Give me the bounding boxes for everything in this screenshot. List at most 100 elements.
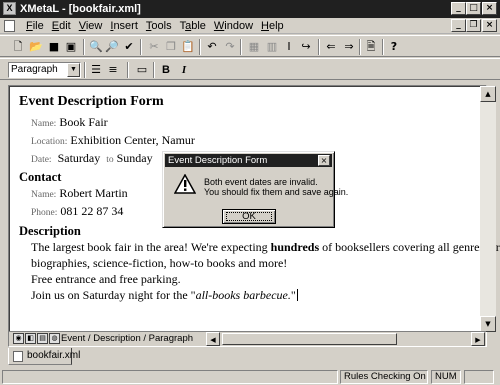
style-select[interactable]: Paragraph ▼ [8, 62, 81, 78]
tab-label: bookfair.xml [27, 350, 81, 361]
event-location-value[interactable]: Exhibition Center, Namur [70, 133, 195, 147]
spell-check-icon[interactable]: ✔ [121, 39, 137, 55]
save-icon[interactable]: ■ [46, 39, 62, 55]
description-text: Free entrance and free parking. [31, 272, 181, 286]
minimize-button[interactable]: _ [451, 2, 466, 15]
date-end-value[interactable]: Sunday [117, 151, 153, 165]
contact-name-value[interactable]: Robert Martin [59, 186, 127, 200]
menu-file[interactable]: File [22, 19, 48, 33]
comment-icon[interactable]: ▭ [134, 62, 150, 78]
document-tab-strip: bookfair.xml [0, 348, 500, 366]
description-paragraph[interactable]: Join us on Saturday night for the "all-b… [31, 287, 474, 303]
horizontal-scroll-thumb[interactable] [222, 333, 397, 345]
title-bar: X XMetaL - [bookfair.xml] _ □ × [0, 0, 500, 18]
description-italic-text: all-books barbecue. [195, 288, 291, 302]
redo-icon[interactable]: ↷ [222, 39, 238, 55]
editor-footer: ◉ ◧ ▤ ◍ Event / Description / Paragraph … [9, 331, 486, 346]
text-cursor [296, 289, 298, 301]
form-heading: Event Description Form [19, 94, 164, 109]
validation-dialog: Event Description Form × Both event date… [162, 151, 348, 228]
find-icon[interactable]: 🔍 [88, 39, 104, 55]
event-name-value[interactable]: Book Fair [59, 115, 107, 129]
field-label: Phone: [31, 208, 58, 218]
doc-restore-button[interactable]: ❐ [466, 19, 481, 32]
plain-text-view-icon[interactable]: ▤ [37, 333, 48, 344]
scroll-down-button[interactable]: ▼ [480, 316, 496, 332]
description-paragraph[interactable]: biographies, science-fiction, how-to boo… [31, 255, 474, 271]
description-bold-text: hundreds [270, 240, 320, 254]
element-path: Event / Description / Paragraph [61, 333, 194, 344]
toolbar-separator [382, 39, 384, 55]
status-bar: Rules Checking On NUM [0, 368, 500, 385]
numbered-list-icon[interactable]: ☰ [88, 62, 104, 78]
document-icon[interactable] [4, 20, 15, 32]
warning-icon [174, 174, 196, 194]
tags-view-icon[interactable]: ◧ [25, 333, 36, 344]
description-text: biographies, science-fiction, how-to boo… [31, 256, 288, 270]
scroll-left-button[interactable]: ◀ [206, 332, 220, 346]
undo-icon[interactable]: ↶ [204, 39, 220, 55]
menu-table[interactable]: Table [176, 19, 210, 33]
dialog-title-bar: Event Description Form × [165, 154, 332, 167]
focus-rectangle [226, 212, 272, 221]
menu-view[interactable]: View [75, 19, 107, 33]
vertical-scrollbar[interactable]: ▲ ▼ [480, 86, 496, 332]
description-paragraph[interactable]: The largest book fair in the area! We're… [31, 239, 500, 255]
formatting-toolbar: Paragraph ▼ ☰ ≡ ▭ B I [0, 58, 500, 80]
save-all-icon[interactable]: ▣ [63, 39, 79, 55]
forward-arrow-icon[interactable]: ⇒ [341, 39, 357, 55]
dialog-title: Event Description Form [168, 155, 268, 166]
copy-icon[interactable]: ❐ [163, 39, 179, 55]
event-location-field[interactable]: Location: Exhibition Center, Namur [31, 132, 474, 150]
table-columns-icon[interactable]: ▥ [264, 39, 280, 55]
window-title: XMetaL - [bookfair.xml] [20, 3, 141, 15]
toolbar-separator [140, 39, 142, 55]
description-paragraph[interactable]: Free entrance and free parking. [31, 271, 474, 287]
bulleted-list-icon[interactable]: ≡ [105, 62, 121, 78]
toolbar-separator [83, 39, 85, 55]
maximize-button[interactable]: □ [466, 2, 481, 15]
doc-close-button[interactable]: × [482, 19, 497, 32]
chevron-down-icon[interactable]: ▼ [67, 63, 80, 77]
normal-view-icon[interactable]: ◉ [13, 333, 24, 344]
paste-icon[interactable]: 📋 [180, 39, 196, 55]
menu-tools[interactable]: Tools [142, 19, 176, 33]
doc-minimize-button[interactable]: _ [451, 19, 466, 32]
insert-table-icon[interactable]: ▦ [246, 39, 262, 55]
italic-button[interactable]: I [176, 62, 192, 78]
menu-insert[interactable]: Insert [106, 19, 142, 33]
bold-button[interactable]: B [158, 62, 174, 78]
description-text: of booksellers covering all genres: crim… [322, 240, 500, 254]
menu-items: File Edit View Insert Tools Table Window Help [22, 19, 288, 33]
menu-window[interactable]: Window [210, 19, 257, 33]
scroll-up-button[interactable]: ▲ [480, 86, 496, 102]
event-name-field[interactable]: Name: Book Fair [31, 114, 474, 132]
scroll-right-button[interactable]: ▶ [471, 332, 485, 346]
ok-button[interactable]: OK [222, 209, 276, 224]
contact-phone-value[interactable]: 081 22 87 34 [60, 204, 123, 218]
new-document-icon[interactable]: 🗋 [10, 39, 26, 55]
menu-edit[interactable]: Edit [48, 19, 75, 33]
num-lock-status: NUM [431, 370, 461, 384]
xmetal-app-icon[interactable]: X [3, 2, 16, 15]
back-arrow-icon[interactable]: ⇐ [323, 39, 339, 55]
xml-file-icon [13, 351, 23, 362]
tab-bookfair[interactable]: bookfair.xml [8, 348, 80, 365]
toolbar-separator [240, 39, 242, 55]
field-label: Name: [31, 119, 57, 129]
menu-help[interactable]: Help [257, 19, 288, 33]
text-cursor-icon[interactable]: I [281, 39, 297, 55]
cut-icon[interactable]: ✂ [146, 39, 162, 55]
dialog-close-button[interactable]: × [318, 155, 330, 166]
status-message-panel [2, 370, 338, 384]
close-button[interactable]: × [482, 2, 497, 15]
browse-view-icon[interactable]: ◍ [49, 333, 60, 344]
validate-document-icon[interactable]: 🗎 [363, 39, 379, 55]
toolbar-separator [153, 62, 155, 78]
find-replace-icon[interactable]: 🔎 [104, 39, 120, 55]
help-icon[interactable]: ? [386, 39, 402, 55]
insert-element-icon[interactable]: ↪ [298, 39, 314, 55]
date-start-value[interactable]: Saturday [58, 151, 101, 165]
open-folder-icon[interactable]: 📂 [28, 39, 44, 55]
dialog-message: Both event dates are invalid. You should… [204, 177, 348, 197]
